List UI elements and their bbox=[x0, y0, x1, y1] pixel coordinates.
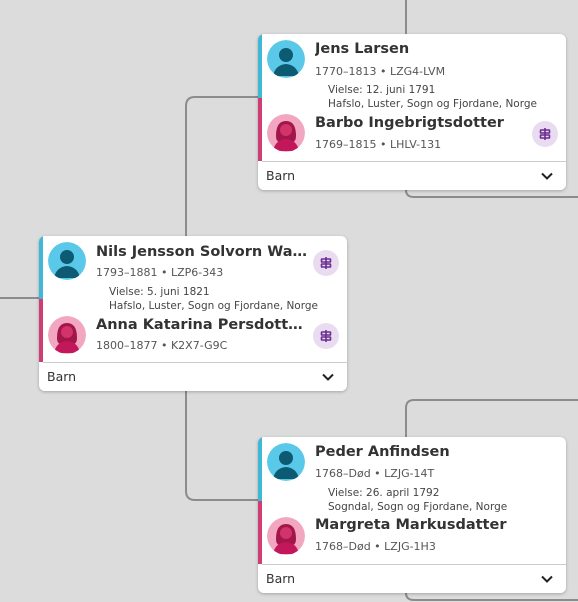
pedigree-icon bbox=[320, 257, 332, 269]
female-avatar-icon bbox=[48, 316, 86, 354]
female-avatar-icon bbox=[267, 114, 305, 152]
couple-card-nils-jensson[interactable]: Nils Jensson Solvorn Walaker 1793–1881 •… bbox=[39, 236, 347, 391]
wife-row[interactable]: Anna Katarina Persdotter O... 1800–1877 … bbox=[39, 299, 347, 362]
wife-name[interactable]: Anna Katarina Persdotter O... bbox=[96, 317, 308, 333]
marriage-date: Vielse: 5. juni 1821 bbox=[109, 286, 210, 298]
children-label: Barn bbox=[266, 168, 296, 183]
female-avatar-icon bbox=[267, 517, 305, 555]
pedigree-icon bbox=[320, 330, 332, 342]
pedigree-button[interactable] bbox=[313, 250, 339, 276]
husband-meta: 1793–1881 • LZP6-343 bbox=[96, 266, 224, 279]
children-label: Barn bbox=[47, 369, 77, 384]
wife-row[interactable]: Margreta Markusdatter 1768–Død • LZJG-1H… bbox=[258, 501, 566, 564]
husband-meta: 1770–1813 • LZG4-LVM bbox=[315, 65, 446, 78]
wife-meta: 1768–Død • LZJG-1H3 bbox=[315, 540, 436, 553]
husband-name[interactable]: Jens Larsen bbox=[315, 41, 515, 57]
pedigree-icon bbox=[539, 128, 551, 140]
children-expander[interactable]: Barn bbox=[43, 362, 347, 391]
wife-meta: 1800–1877 • K2X7-G9C bbox=[96, 339, 228, 352]
husband-name[interactable]: Nils Jensson Solvorn Walaker bbox=[96, 244, 308, 260]
male-avatar-icon bbox=[267, 40, 305, 78]
marriage-date: Vielse: 12. juni 1791 bbox=[328, 84, 436, 96]
pedigree-button[interactable] bbox=[313, 323, 339, 349]
wife-row[interactable]: Barbo Ingebrigtsdotter 1769–1815 • LHLV-… bbox=[258, 98, 566, 161]
children-label: Barn bbox=[266, 571, 296, 586]
male-avatar-icon bbox=[267, 443, 305, 481]
husband-meta: 1768–Død • LZJG-14T bbox=[315, 467, 435, 480]
male-avatar-icon bbox=[48, 242, 86, 280]
couple-card-jens-larsen[interactable]: Jens Larsen 1770–1813 • LZG4-LVM Vielse:… bbox=[258, 34, 566, 190]
wife-meta: 1769–1815 • LHLV-131 bbox=[315, 138, 442, 151]
couple-card-peder-anfindsen[interactable]: Peder Anfindsen 1768–Død • LZJG-14T Viel… bbox=[258, 437, 566, 593]
children-expander[interactable]: Barn bbox=[262, 161, 566, 190]
wife-name[interactable]: Barbo Ingebrigtsdotter bbox=[315, 115, 525, 131]
husband-name[interactable]: Peder Anfindsen bbox=[315, 444, 515, 460]
chevron-down-icon[interactable] bbox=[321, 370, 335, 384]
pedigree-button[interactable] bbox=[532, 121, 558, 147]
chevron-down-icon[interactable] bbox=[540, 169, 554, 183]
marriage-date: Vielse: 26. april 1792 bbox=[328, 487, 440, 499]
chevron-down-icon[interactable] bbox=[540, 572, 554, 586]
wife-name[interactable]: Margreta Markusdatter bbox=[315, 517, 525, 533]
children-expander[interactable]: Barn bbox=[262, 564, 566, 593]
